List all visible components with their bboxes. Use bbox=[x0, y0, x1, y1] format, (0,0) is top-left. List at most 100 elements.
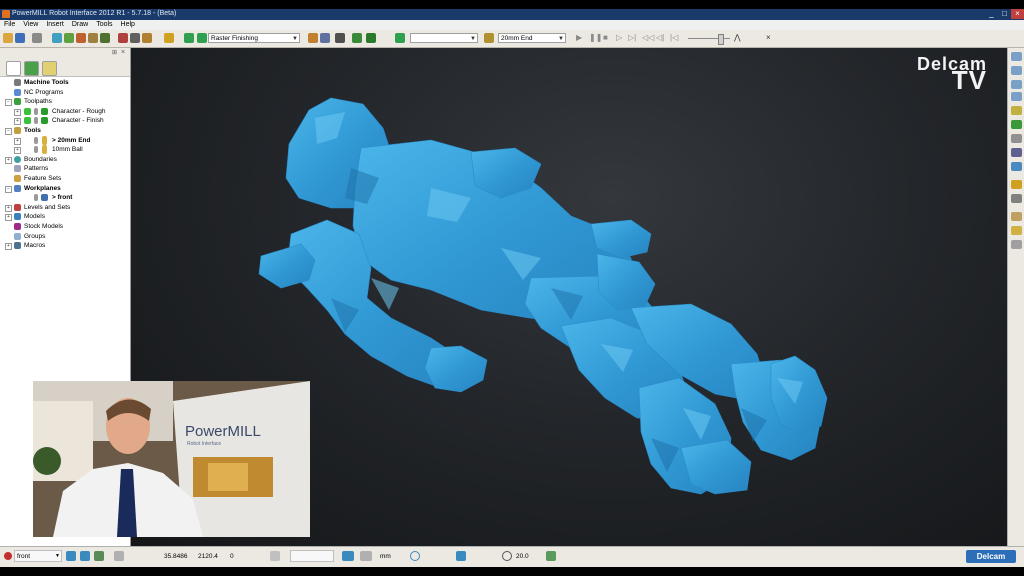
stop-icon[interactable]: ■ bbox=[603, 33, 608, 43]
expand-icon[interactable]: + bbox=[5, 204, 12, 212]
refresh-icon[interactable] bbox=[1011, 120, 1022, 129]
expand-icon[interactable]: + bbox=[14, 118, 21, 126]
tree-item-toolpaths[interactable]: − Toolpaths bbox=[0, 97, 130, 107]
coordinate-input[interactable] bbox=[290, 550, 334, 562]
tree-item-character-rough[interactable]: + Character - Rough bbox=[0, 107, 130, 117]
pause-icon[interactable]: ❚❚ bbox=[589, 33, 602, 43]
tree-item-models[interactable]: + Models bbox=[0, 212, 130, 222]
start-icon[interactable]: |◁ bbox=[670, 33, 678, 43]
step-icon[interactable]: ▷| bbox=[628, 33, 636, 43]
menu-insert[interactable]: Insert bbox=[42, 20, 68, 30]
zoom-icon[interactable] bbox=[1011, 106, 1022, 115]
block-icon[interactable] bbox=[52, 33, 62, 43]
maximize-button[interactable]: □ bbox=[998, 9, 1011, 19]
tree-item-boundaries[interactable]: + Boundaries bbox=[0, 155, 130, 165]
view-top-icon[interactable] bbox=[1011, 66, 1022, 75]
entity-combo[interactable]: ▼ bbox=[410, 33, 478, 43]
expand-icon[interactable]: + bbox=[14, 108, 21, 116]
tree-item-tools[interactable]: − Tools bbox=[0, 126, 130, 136]
tree-item-groups[interactable]: Groups bbox=[0, 232, 130, 242]
close-toolbar-icon[interactable]: × bbox=[766, 33, 771, 43]
close-button[interactable]: × bbox=[1011, 9, 1024, 19]
menu-view[interactable]: View bbox=[19, 20, 42, 30]
expand-icon[interactable]: + bbox=[5, 243, 12, 251]
workplane-edit-icon[interactable] bbox=[66, 551, 76, 561]
back-icon[interactable]: ◁| bbox=[656, 33, 664, 43]
home-tab-icon[interactable] bbox=[24, 61, 39, 76]
rewind-icon[interactable]: ◁◁ bbox=[642, 33, 654, 43]
expand-icon[interactable]: + bbox=[14, 147, 21, 155]
tree-tab-icon[interactable] bbox=[6, 61, 21, 76]
tree-item-machine-tools[interactable]: Machine Tools bbox=[0, 78, 130, 88]
tree-item-levels-and-sets[interactable]: + Levels and Sets bbox=[0, 203, 130, 213]
menu-tools[interactable]: Tools bbox=[92, 20, 116, 30]
view-side-icon[interactable] bbox=[1011, 92, 1022, 101]
feed-rate-icon[interactable] bbox=[100, 33, 110, 43]
settings-icon[interactable] bbox=[1011, 240, 1022, 249]
verify-icon[interactable] bbox=[142, 33, 152, 43]
minimize-button[interactable]: _ bbox=[985, 9, 998, 19]
tree-item-character-finish[interactable]: + Character - Finish bbox=[0, 116, 130, 126]
entity-icon[interactable] bbox=[395, 33, 405, 43]
dimension-icon[interactable] bbox=[456, 551, 466, 561]
snap-icon[interactable] bbox=[114, 551, 124, 561]
collapse-icon[interactable]: − bbox=[5, 127, 12, 135]
draft-icon[interactable] bbox=[1011, 226, 1022, 235]
axes-icon[interactable] bbox=[352, 33, 362, 43]
expand-icon[interactable]: + bbox=[5, 156, 12, 164]
machine-icon[interactable] bbox=[320, 33, 330, 43]
strategy-icon[interactable] bbox=[184, 33, 194, 43]
menu-file[interactable]: File bbox=[0, 20, 19, 30]
cross-icon[interactable] bbox=[366, 33, 376, 43]
expand-icon[interactable]: + bbox=[14, 137, 21, 145]
step-forward-icon[interactable]: ▷ bbox=[616, 33, 622, 43]
tool-icon[interactable] bbox=[118, 33, 128, 43]
speed-slider-handle[interactable] bbox=[718, 34, 724, 45]
lighting-icon[interactable] bbox=[1011, 180, 1022, 189]
open-icon[interactable] bbox=[3, 33, 13, 43]
speed-icon[interactable]: ⋀ bbox=[734, 33, 741, 43]
zoom-fit-icon[interactable] bbox=[1011, 134, 1022, 143]
collapse-icon[interactable]: − bbox=[5, 185, 12, 193]
wireframe-icon[interactable] bbox=[1011, 194, 1022, 203]
tree-item-patterns[interactable]: Patterns bbox=[0, 164, 130, 174]
nc-program-icon[interactable] bbox=[164, 33, 174, 43]
save-icon[interactable] bbox=[15, 33, 25, 43]
play-icon[interactable]: ▶ bbox=[576, 33, 582, 43]
tool-combo[interactable]: 20mm End ▼ bbox=[498, 33, 566, 43]
view-front-icon[interactable] bbox=[1011, 80, 1022, 89]
active-workplane-select[interactable]: front ▼ bbox=[14, 550, 62, 562]
rapid-move-icon[interactable] bbox=[64, 33, 74, 43]
layers-tab-icon[interactable] bbox=[42, 61, 57, 76]
tree-item-nc-programs[interactable]: NC Programs bbox=[0, 88, 130, 98]
collapse-icon[interactable]: − bbox=[5, 99, 12, 107]
multicolor-icon[interactable] bbox=[1011, 212, 1022, 221]
toolpath-icon[interactable] bbox=[76, 33, 86, 43]
table-icon[interactable] bbox=[335, 33, 345, 43]
strategy-combo[interactable]: Raster Finishing ▼ bbox=[208, 33, 300, 43]
close-panel-icon[interactable]: × bbox=[121, 49, 125, 56]
menu-draw[interactable]: Draw bbox=[68, 20, 92, 30]
tree-item-workplanes[interactable]: − Workplanes bbox=[0, 184, 130, 194]
expand-icon[interactable]: + bbox=[5, 214, 12, 222]
coordinate-icon[interactable] bbox=[270, 551, 280, 561]
pin-icon[interactable]: ⊞ bbox=[112, 49, 117, 56]
grid-icon[interactable] bbox=[94, 551, 104, 561]
tree-item-feature-sets[interactable]: Feature Sets bbox=[0, 174, 130, 184]
shade-icon[interactable] bbox=[1011, 162, 1022, 171]
tree-item-front[interactable]: > front bbox=[0, 193, 130, 203]
tree-item-macros[interactable]: + Macros bbox=[0, 241, 130, 251]
print-icon[interactable] bbox=[32, 33, 42, 43]
tree-item-20mm-end[interactable]: + > 20mm End bbox=[0, 135, 130, 146]
menu-help[interactable]: Help bbox=[117, 20, 139, 30]
pan-icon[interactable] bbox=[1011, 148, 1022, 157]
workplane-create-icon[interactable] bbox=[80, 551, 90, 561]
angle-icon[interactable] bbox=[546, 551, 556, 561]
tree-item-10mm-ball[interactable]: +10mm Ball bbox=[0, 145, 130, 155]
tree-item-stock-models[interactable]: Stock Models bbox=[0, 222, 130, 232]
simulation-icon[interactable] bbox=[308, 33, 318, 43]
view-iso-icon[interactable] bbox=[1011, 52, 1022, 61]
crosshair-icon[interactable] bbox=[410, 551, 420, 561]
calculate-icon[interactable] bbox=[130, 33, 140, 43]
leads-icon[interactable] bbox=[88, 33, 98, 43]
